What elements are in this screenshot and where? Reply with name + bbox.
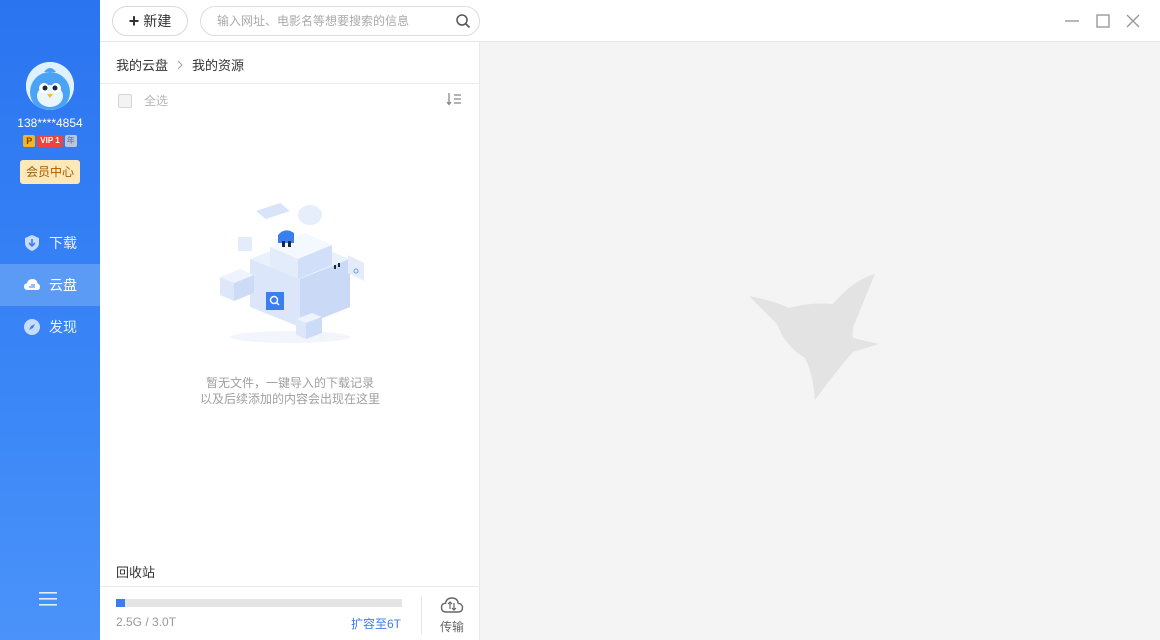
search-box (200, 6, 480, 36)
chevron-right-icon (177, 60, 183, 69)
sidebar-item-label: 云盘 (49, 277, 77, 293)
cloud-transfer-icon (440, 597, 464, 613)
breadcrumb-my-resources: 我的资源 (192, 58, 245, 73)
vip-year-badge: 年 (64, 135, 77, 147)
preview-area (481, 42, 1160, 640)
close-icon[interactable] (1125, 13, 1141, 29)
vip-status: P VIP 1 年 (0, 135, 100, 147)
divider (100, 586, 480, 587)
divider (421, 596, 422, 634)
select-all-checkbox[interactable] (118, 93, 132, 108)
maximize-icon[interactable] (1095, 13, 1111, 29)
sidebar: 138****4854 P VIP 1 年 会员中心 下载 云盘 发现 (0, 0, 100, 640)
transfer-button[interactable]: 传输 (432, 596, 472, 636)
transfer-label: 传输 (439, 620, 464, 634)
expand-storage-link[interactable]: 扩容至6T (351, 615, 401, 632)
new-button-label: 新建 (143, 13, 172, 29)
select-all-row: 全选 (118, 92, 168, 109)
sidebar-item-label: 发现 (49, 319, 77, 335)
sidebar-item-label: 下载 (49, 235, 77, 251)
plus-icon: + (128, 11, 140, 31)
storage-progress-bar (116, 599, 402, 607)
minimize-icon[interactable] (1064, 13, 1080, 29)
storage-usage-text: 2.5G / 3.0T (116, 615, 177, 629)
cloud-icon (24, 279, 40, 290)
member-center-button[interactable]: 会员中心 (20, 160, 80, 184)
sidebar-item-download[interactable]: 下载 (0, 222, 100, 264)
search-icon[interactable] (455, 13, 471, 29)
empty-box-illustration (220, 203, 364, 343)
vip-level-badge: VIP 1 (37, 135, 63, 147)
storage-progress-fill (116, 599, 125, 607)
search-input[interactable] (217, 7, 447, 35)
hamburger-menu-icon[interactable] (39, 591, 57, 607)
bird-logo-watermark (749, 274, 879, 400)
empty-state-message: 暂无文件，一键导入的下载记录 以及后续添加的内容会出现在这里 (100, 375, 480, 407)
avatar[interactable] (26, 62, 74, 110)
recycle-bin-link[interactable]: 回收站 (116, 562, 155, 581)
divider (100, 83, 480, 84)
vip-p-badge: P (23, 135, 36, 147)
compass-icon (24, 319, 40, 335)
new-button[interactable]: + 新建 (112, 6, 188, 36)
breadcrumb: 我的云盘 我的资源 (116, 55, 244, 74)
sidebar-item-cloud[interactable]: 云盘 (0, 264, 100, 306)
file-panel: 我的云盘 我的资源 全选 暂无文件，一键导入的下载记录 以及后续添加的内容会出现… (100, 42, 480, 640)
username: 138****4854 (17, 116, 83, 130)
download-shield-icon (25, 235, 39, 251)
breadcrumb-my-cloud[interactable]: 我的云盘 (116, 55, 168, 74)
sort-icon[interactable] (446, 92, 462, 106)
empty-state-line-2: 以及后续添加的内容会出现在这里 (199, 392, 380, 406)
empty-state-line-1: 暂无文件，一键导入的下载记录 (205, 376, 374, 390)
bird-avatar-icon (26, 62, 74, 110)
sidebar-item-discover[interactable]: 发现 (0, 306, 100, 348)
top-bar: + 新建 (100, 0, 1160, 42)
select-all-label: 全选 (144, 94, 169, 108)
